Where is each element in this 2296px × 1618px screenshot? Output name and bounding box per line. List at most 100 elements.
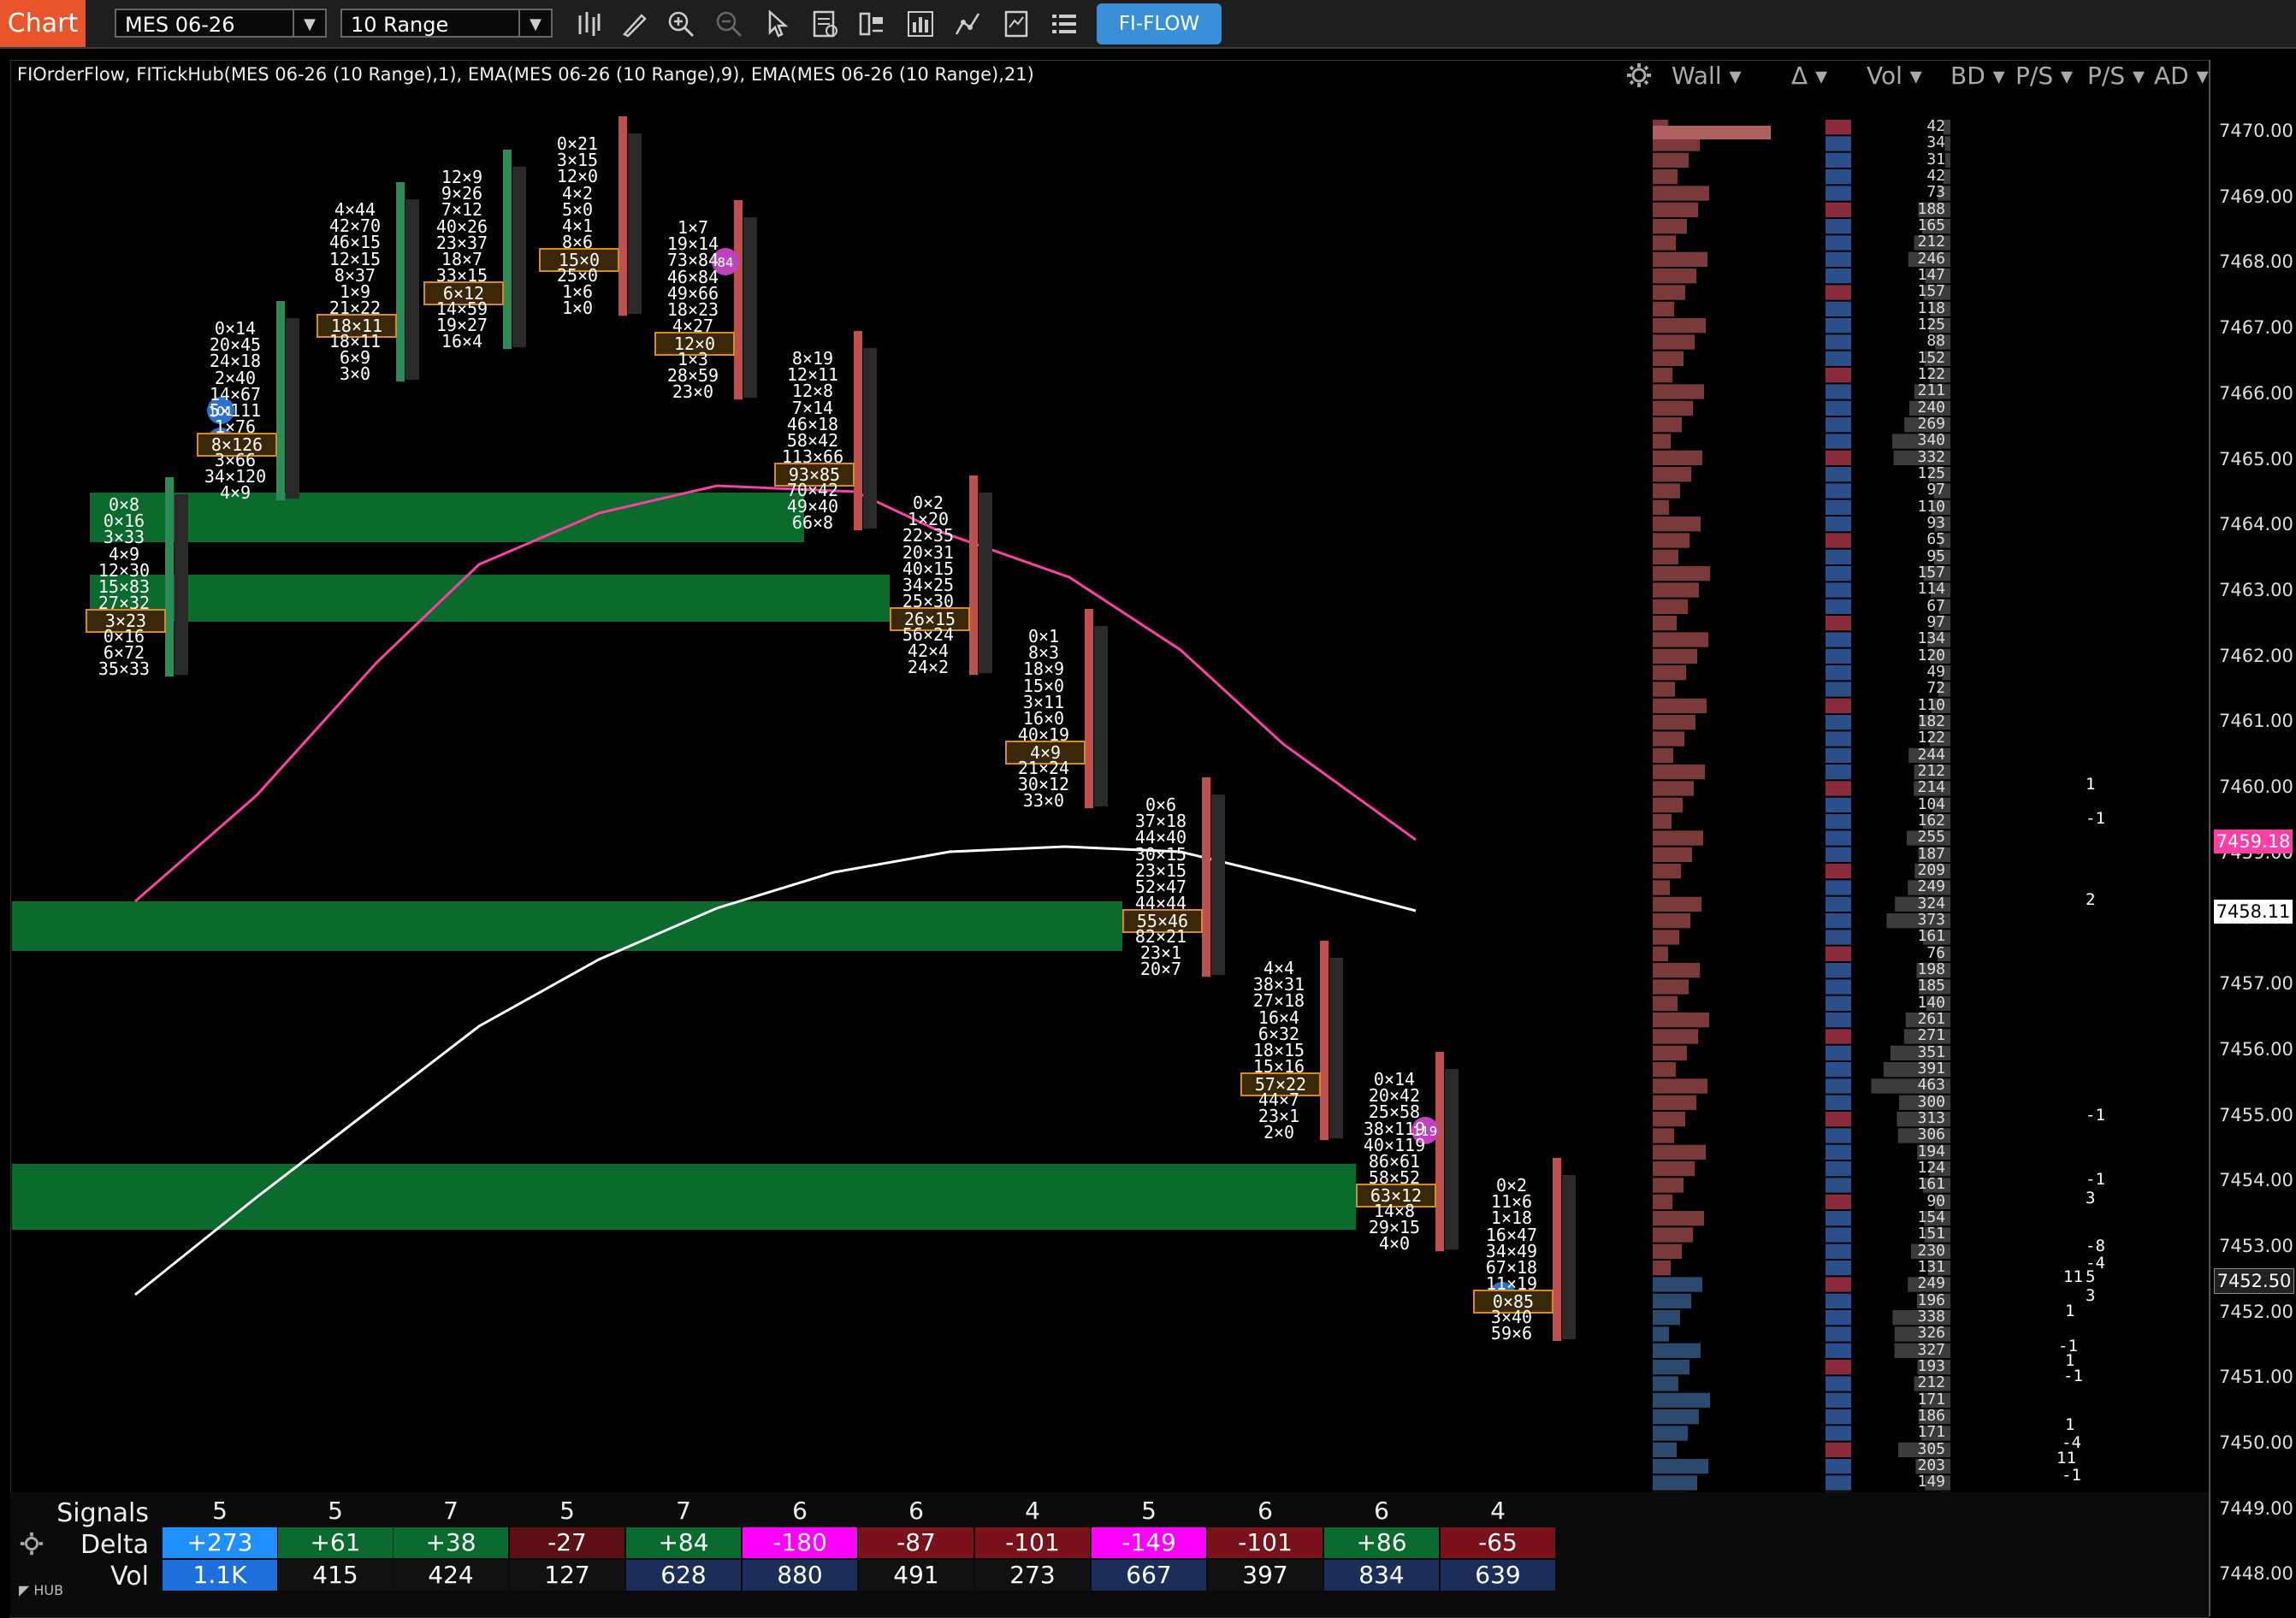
vol-ladder-value: 463: [1917, 1076, 1945, 1095]
wall-bar: [1653, 1178, 1684, 1193]
wall-highlight-bar: [1653, 126, 1771, 139]
vol-ladder-value: 110: [1917, 695, 1945, 714]
vol-ladder-value: 269: [1917, 415, 1945, 433]
wall-bar: [1653, 1045, 1687, 1060]
statistics-settings-icon[interactable]: [19, 1531, 44, 1560]
delta-bar: [1826, 847, 1851, 862]
delta-bar: [1826, 963, 1851, 978]
vol-ladder-value: 90: [1926, 1191, 1945, 1210]
vol-ladder-value: 49: [1926, 663, 1945, 681]
delta-bar: [1826, 582, 1851, 598]
signal-count: 5: [212, 1497, 228, 1525]
delta-bar: [1826, 946, 1851, 961]
vol-ladder-value: 88: [1926, 332, 1945, 351]
footprint-candle: [618, 116, 627, 316]
footprint-cell: 2×0: [1263, 1122, 1295, 1143]
delta-bar: [1826, 1144, 1851, 1160]
bar-volume: 667: [1092, 1560, 1206, 1591]
vol-ladder-value: 246: [1917, 249, 1945, 268]
vol-ladder-value: 212: [1917, 1373, 1945, 1392]
delta-bar: [1826, 450, 1851, 465]
delta-bar: [1826, 599, 1851, 614]
wall-bar: [1653, 186, 1709, 201]
delta-bar: [1826, 434, 1851, 449]
price-tick: 7455.00: [2219, 1104, 2293, 1125]
bar-volume: 834: [1324, 1560, 1439, 1591]
delta-bar: [1826, 648, 1851, 664]
delta-bar: [1826, 913, 1851, 929]
signal-count: 6: [792, 1497, 808, 1525]
price-tick: 7463.00: [2219, 579, 2293, 600]
wall-bar: [1653, 781, 1694, 796]
wall-bar: [1653, 1392, 1710, 1408]
delta-bar: [1826, 715, 1851, 730]
footprint-profile: [1445, 1069, 1459, 1250]
footprint-profile: [1562, 1175, 1576, 1339]
wall-bar: [1653, 202, 1698, 217]
footprint-candle: [396, 182, 405, 382]
delta-bar: [1826, 1392, 1851, 1408]
vol-ladder-value: 118: [1917, 298, 1945, 317]
hub-label: ◤ HUB: [19, 1582, 64, 1598]
vol-bar: [1944, 136, 1950, 151]
footprint-cell: 16×4: [441, 331, 483, 351]
vol-ladder-value: 152: [1917, 348, 1945, 367]
vol-ladder-value: 157: [1917, 564, 1945, 582]
vol-ladder-value: 151: [1917, 1225, 1945, 1243]
wall-bar: [1653, 1475, 1697, 1491]
wall-bar: [1653, 285, 1685, 300]
wall-bar: [1653, 963, 1700, 978]
vol-ladder-value: 104: [1917, 794, 1945, 813]
price-tick: 7448.00: [2219, 1563, 2293, 1585]
wall-bar: [1653, 549, 1678, 564]
vol-ladder-value: 65: [1926, 530, 1945, 549]
signal-count: 6: [1374, 1497, 1389, 1525]
vol-ladder-value: 182: [1917, 712, 1945, 730]
signal-count: 5: [328, 1497, 343, 1525]
wall-bar: [1653, 1277, 1702, 1292]
wall-bar: [1653, 1293, 1691, 1308]
wall-bar: [1653, 450, 1702, 465]
delta-bar: [1826, 797, 1851, 812]
vol-ladder-value: 391: [1917, 1060, 1945, 1078]
bar-delta: -101: [1208, 1527, 1323, 1558]
bar-volume: 880: [743, 1560, 857, 1591]
wall-bar: [1653, 499, 1669, 515]
vol-ladder-value: 114: [1917, 580, 1945, 599]
price-tick: 7450.00: [2219, 1432, 2293, 1453]
vol-ladder-value: 244: [1917, 745, 1945, 764]
footprint-cell: 35×33: [98, 658, 151, 679]
bar-delta: -65: [1441, 1527, 1555, 1558]
delta-bar: [1826, 483, 1851, 499]
bar-delta: +86: [1324, 1527, 1439, 1558]
wall-bar: [1653, 1211, 1704, 1226]
wall-bar: [1653, 1442, 1677, 1457]
footprint-cell: 24×2: [907, 657, 950, 677]
wall-bar: [1653, 517, 1701, 532]
delta-label: Delta: [80, 1530, 149, 1560]
wall-bar: [1653, 682, 1675, 697]
vol-ladder-value: 34: [1926, 133, 1945, 152]
delta-bar: [1826, 698, 1851, 713]
price-tick: 7468.00: [2219, 251, 2293, 273]
delta-bar: [1826, 285, 1851, 300]
delta-bar: [1826, 1161, 1851, 1177]
vol-ladder-value: 120: [1917, 646, 1945, 664]
delta-bar: [1826, 120, 1851, 135]
vol-ladder-value: 72: [1926, 679, 1945, 698]
bar-volume: 628: [626, 1560, 741, 1591]
vol-ladder-value: 194: [1917, 1142, 1945, 1160]
footprint-profile: [628, 133, 642, 315]
delta-bar: [1826, 219, 1851, 234]
ps-value: 3: [2086, 1286, 2096, 1305]
wall-bar: [1653, 847, 1692, 862]
ps-value: 1: [2086, 775, 2096, 794]
vol-ladder-value: 212: [1917, 762, 1945, 780]
ps-value: 11: [2063, 1267, 2083, 1286]
delta-bar: [1826, 1261, 1851, 1276]
vol-ladder-value: 188: [1917, 199, 1945, 218]
wall-bar: [1653, 1078, 1707, 1094]
ps-value: 2: [2086, 890, 2096, 909]
wall-bar: [1653, 152, 1689, 168]
delta-bar: [1826, 632, 1851, 647]
